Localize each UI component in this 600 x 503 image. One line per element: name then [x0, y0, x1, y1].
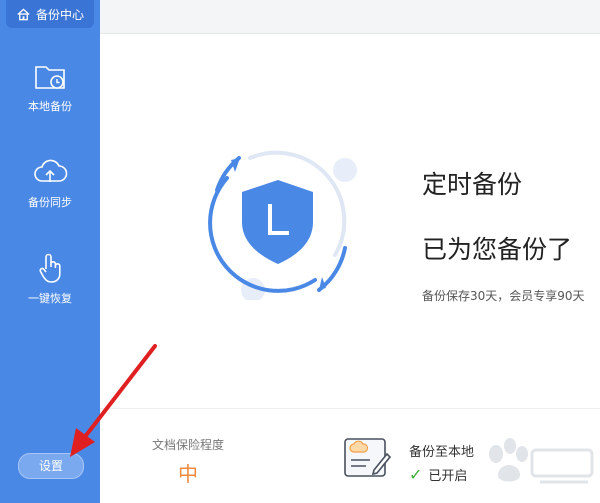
folder-clock-icon [32, 58, 68, 94]
sidebar-item-label: 本地备份 [28, 100, 72, 113]
settings-button[interactable]: 设置 [18, 453, 84, 479]
backup-center-tab[interactable]: 备份中心 [6, 0, 94, 28]
home-icon [17, 7, 30, 20]
sidebar-item-label: 备份同步 [28, 196, 72, 209]
local-backup-status-text: 已开启 [428, 469, 468, 484]
cloud-upload-icon [32, 154, 68, 190]
top-bar [100, 0, 600, 34]
local-backup-status: ✓ 已开启 [409, 465, 467, 484]
sidebar: 备份中心 本地备份 备份同步 一键恢复 设置 [0, 0, 100, 503]
backup-status-text: 已为您备份了 [422, 235, 573, 264]
sidebar-item-one-click-restore[interactable]: 一键恢复 [0, 250, 100, 330]
protection-level-value: 中 [178, 462, 198, 486]
sidebar-item-label: 一键恢复 [28, 292, 72, 305]
sidebar-item-backup-sync[interactable]: 备份同步 [0, 154, 100, 234]
local-backup-title: 备份至本地 [409, 445, 475, 460]
section-divider [100, 408, 600, 409]
backup-center-label: 备份中心 [35, 7, 84, 22]
check-icon: ✓ [409, 465, 423, 484]
baidu-watermark-logo [489, 438, 594, 484]
local-backup-doc-icon [344, 438, 392, 477]
shield-backup-graphic [208, 150, 357, 300]
retention-note: 备份保存30天，会员专享90天 [422, 289, 585, 303]
hero-title: 定时备份 [422, 170, 523, 199]
sidebar-item-local-backup[interactable]: 本地备份 [0, 58, 100, 138]
protection-level-label: 文档保险程度 [152, 438, 225, 452]
hand-pointer-icon [32, 250, 68, 286]
